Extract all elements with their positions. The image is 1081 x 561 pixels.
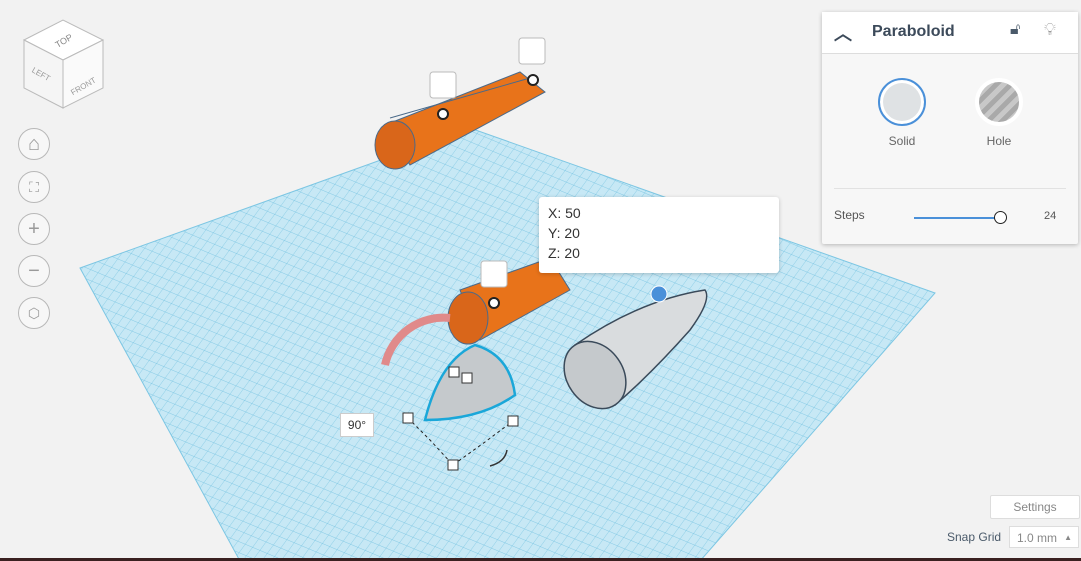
steps-slider-thumb[interactable] bbox=[994, 211, 1007, 224]
workplane-grid[interactable] bbox=[79, 127, 936, 561]
steps-label: Steps bbox=[834, 208, 865, 222]
resize-handle[interactable] bbox=[447, 459, 459, 471]
fit-view-button[interactable]: ⛶ bbox=[18, 171, 50, 203]
snap-grid-select[interactable]: 1.0 mm ▲ bbox=[1009, 526, 1079, 548]
lightbulb-icon[interactable]: 💡︎ bbox=[1044, 20, 1056, 40]
y-value: Y: 20 bbox=[548, 225, 580, 241]
zoom-in-button[interactable]: + bbox=[18, 213, 50, 245]
solid-label: Solid bbox=[888, 134, 916, 148]
resize-handle[interactable] bbox=[507, 415, 519, 427]
home-icon: ⌂ bbox=[27, 132, 41, 155]
snap-grid-label: Snap Grid bbox=[947, 530, 1002, 544]
settings-button[interactable]: Settings bbox=[990, 495, 1080, 519]
perspective-button[interactable]: ⬡ bbox=[18, 297, 50, 329]
zoom-in-icon: + bbox=[28, 217, 40, 240]
x-value: X: 50 bbox=[548, 205, 581, 221]
hole-button[interactable] bbox=[975, 78, 1023, 126]
panel-title: Paraboloid bbox=[872, 23, 955, 40]
perspective-icon: ⬡ bbox=[27, 304, 41, 321]
zoom-out-icon: − bbox=[28, 259, 40, 282]
view-cube[interactable]: TOP LEFT FRONT bbox=[22, 19, 105, 109]
unlock-icon[interactable]: 🔓︎ bbox=[1010, 21, 1020, 39]
shape-inspector-panel: ︿ Paraboloid 🔓︎ 💡︎ Solid Hole Steps 24 bbox=[822, 12, 1078, 244]
collapse-chevron-icon[interactable]: ︿ bbox=[834, 20, 852, 46]
resize-handle[interactable] bbox=[402, 412, 414, 424]
resize-handle[interactable] bbox=[448, 366, 460, 378]
home-view-button[interactable]: ⌂ bbox=[18, 128, 50, 160]
solid-button[interactable] bbox=[878, 78, 926, 126]
z-value: Z: 20 bbox=[548, 245, 580, 261]
snap-grid-value: 1.0 mm bbox=[1017, 531, 1058, 545]
dimension-tooltip: X: 50 Y: 20 Z: 20 bbox=[539, 197, 779, 273]
rotation-angle-label: 90° bbox=[340, 413, 374, 437]
zoom-out-button[interactable]: − bbox=[18, 255, 50, 287]
steps-slider[interactable] bbox=[914, 217, 1000, 219]
height-handle[interactable] bbox=[650, 285, 668, 303]
caret-up-icon: ▲ bbox=[1064, 533, 1072, 542]
fit-icon: ⛶ bbox=[29, 178, 39, 195]
steps-value: 24 bbox=[1044, 210, 1057, 222]
resize-handle[interactable] bbox=[461, 372, 473, 384]
hole-label: Hole bbox=[986, 134, 1012, 148]
